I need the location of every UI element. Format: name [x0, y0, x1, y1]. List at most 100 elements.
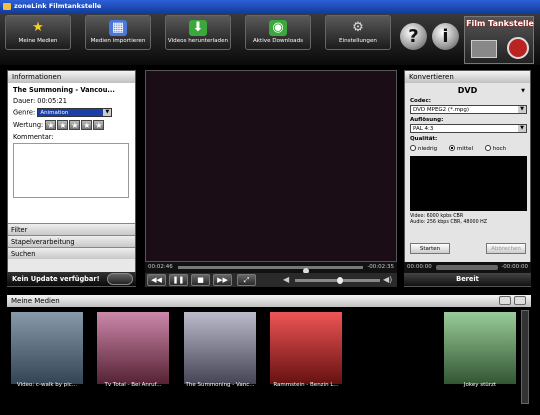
volume-icon: ◀) [383, 275, 393, 284]
star-icon[interactable]: ★ [93, 120, 105, 130]
mute-icon[interactable]: ◀ [283, 275, 289, 284]
rewind-button[interactable]: ◀◀ [147, 274, 166, 286]
star-icon[interactable]: ★ [57, 120, 69, 130]
convert-preview [410, 155, 527, 211]
convert-progress: 00:00:00 -00:00:00 [404, 262, 531, 273]
media-thumbnail [444, 312, 516, 384]
codec-value: DVD MPEG2 (*.mpg) [413, 107, 470, 113]
app-icon [3, 3, 11, 10]
cancel-button[interactable]: Abbrechen [486, 243, 526, 254]
update-button[interactable] [107, 273, 133, 285]
video-display[interactable] [145, 70, 397, 262]
media-caption: Video: c-walk by pic... [16, 382, 78, 388]
media-thumbnail [97, 312, 169, 384]
volume-handle[interactable] [337, 277, 343, 284]
convert-elapsed: 00:00:00 [407, 264, 432, 270]
aktive-downloads-button[interactable]: ◉ Aktive Downloads [245, 15, 311, 50]
quality-mittel-label: mittel [456, 145, 474, 152]
fullscreen-button[interactable]: ⤢ [237, 274, 256, 286]
accordion-stapelverarbeitung[interactable]: Stapelverarbeitung [8, 235, 135, 247]
format-select[interactable]: DVD ▼ [405, 86, 530, 95]
comment-field[interactable] [13, 143, 129, 198]
media-scrollbar[interactable] [521, 310, 529, 404]
elapsed-time: 00:02:46 [148, 264, 173, 270]
quality-options: niedrig mittel hoch [410, 145, 530, 152]
comment-label: Kommentar: [13, 133, 54, 141]
rating-label: Wertung: [13, 121, 44, 129]
einstellungen-button[interactable]: ⚙ Einstellungen [325, 15, 391, 50]
accordion-suchen[interactable]: Suchen [8, 247, 135, 259]
window-title: zoneLink Filmtankstelle [14, 2, 102, 10]
info-button[interactable]: i [432, 23, 459, 50]
resolution-select[interactable]: PAL 4:3 ▼ [410, 124, 527, 133]
radio-icon [410, 145, 416, 151]
info-panel-header: Informationen [8, 71, 135, 83]
grid-view-icon[interactable] [514, 296, 526, 305]
convert-status: Bereit [404, 273, 531, 286]
meine-medien-button[interactable]: ★ Meine Medien [5, 15, 71, 50]
update-status: Kein Update verfügbar! [12, 275, 100, 283]
convert-panel-header: Konvertieren [405, 71, 530, 83]
star-icon[interactable]: ★ [69, 120, 81, 130]
duration-label: Dauer: [13, 97, 36, 105]
film-icon: ▦ [109, 20, 127, 36]
settings-icon: ⚙ [352, 20, 364, 35]
media-caption: Jokey stürzt [463, 382, 497, 388]
forward-button[interactable]: ▶▶ [213, 274, 232, 286]
genre-select[interactable]: Animation ▼ [37, 108, 113, 117]
videos-herunterladen-button[interactable]: ⬇ Videos herunterladen [165, 15, 231, 50]
quality-niedrig[interactable]: niedrig [410, 145, 438, 152]
accordion-filter[interactable]: Filter [8, 223, 135, 235]
media-header-title: Meine Medien [11, 297, 60, 305]
stop-button[interactable]: ■ [191, 274, 210, 286]
camera-icon [471, 40, 497, 58]
medien-importieren-button[interactable]: ▦ Medien importieren [85, 15, 151, 50]
media-item[interactable]: Tv Total - Bei Anruf... [97, 312, 169, 394]
globe-icon: ◉ [269, 20, 287, 36]
volume-slider[interactable] [295, 277, 380, 284]
codec-select[interactable]: DVD MPEG2 (*.mpg) ▼ [410, 105, 527, 114]
convert-remaining: -00:00:00 [501, 264, 528, 270]
media-header: Meine Medien [7, 295, 531, 307]
media-title: The Summoning - Vancou... [13, 86, 115, 94]
media-thumbnail [270, 312, 342, 384]
media-item[interactable]: Jokey stürzt [444, 312, 516, 394]
list-view-icon[interactable] [499, 296, 511, 305]
quality-hoch[interactable]: hoch [484, 145, 507, 152]
media-caption: The Summoning - Vanc... [185, 382, 255, 388]
convert-panel: Konvertieren DVD ▼ Codec: DVD MPEG2 (*.mp… [404, 70, 531, 287]
media-item[interactable]: Video: c-walk by pic... [11, 312, 83, 394]
seek-track[interactable] [178, 266, 363, 274]
format-value: DVD [457, 86, 478, 95]
media-item[interactable]: The Summoning - Vanc... [184, 312, 256, 394]
chevron-down-icon: ▼ [103, 109, 112, 116]
logo-text: Film Tankstelle [466, 19, 534, 28]
quality-mittel[interactable]: mittel [448, 145, 474, 152]
player-controls: ◀◀ ❚❚ ■ ▶▶ ⤢ ◀ ◀) [145, 273, 397, 287]
media-item[interactable]: Rammstein - Benzin L... [270, 312, 342, 394]
pause-button[interactable]: ❚❚ [169, 274, 188, 286]
media-caption: Rammstein - Benzin L... [273, 382, 339, 388]
rating-stars[interactable]: ★ ★ ★ ★ ★ [45, 120, 105, 130]
star-icon[interactable]: ★ [81, 120, 93, 130]
audio-info: Audio: 256 kbps CBR, 48000 HZ [410, 219, 488, 225]
radio-icon [448, 145, 455, 151]
help-button[interactable]: ? [400, 23, 427, 50]
chevron-down-icon: ▼ [518, 125, 526, 132]
star-icon: ★ [32, 20, 44, 35]
film-reel-icon [507, 37, 529, 59]
resolution-label: Auflösung: [410, 117, 444, 123]
star-icon[interactable]: ★ [45, 120, 57, 130]
update-bar: Kein Update verfügbar! [7, 272, 136, 286]
chevron-down-icon: ▼ [521, 88, 525, 94]
convert-progress-bar [436, 265, 498, 270]
resolution-value: PAL 4:3 [413, 126, 434, 132]
start-button[interactable]: Starten [410, 243, 450, 254]
quality-hoch-label: hoch [492, 145, 507, 152]
remaining-time: -00:02:35 [367, 264, 394, 270]
main-toolbar: ★ Meine Medien ▦ Medien importieren ⬇ Vi… [0, 13, 540, 65]
quality-niedrig-label: niedrig [418, 145, 438, 152]
media-thumbnail [11, 312, 83, 384]
seek-bar: 00:02:46 -00:02:35 [145, 262, 397, 274]
radio-icon [484, 145, 491, 151]
